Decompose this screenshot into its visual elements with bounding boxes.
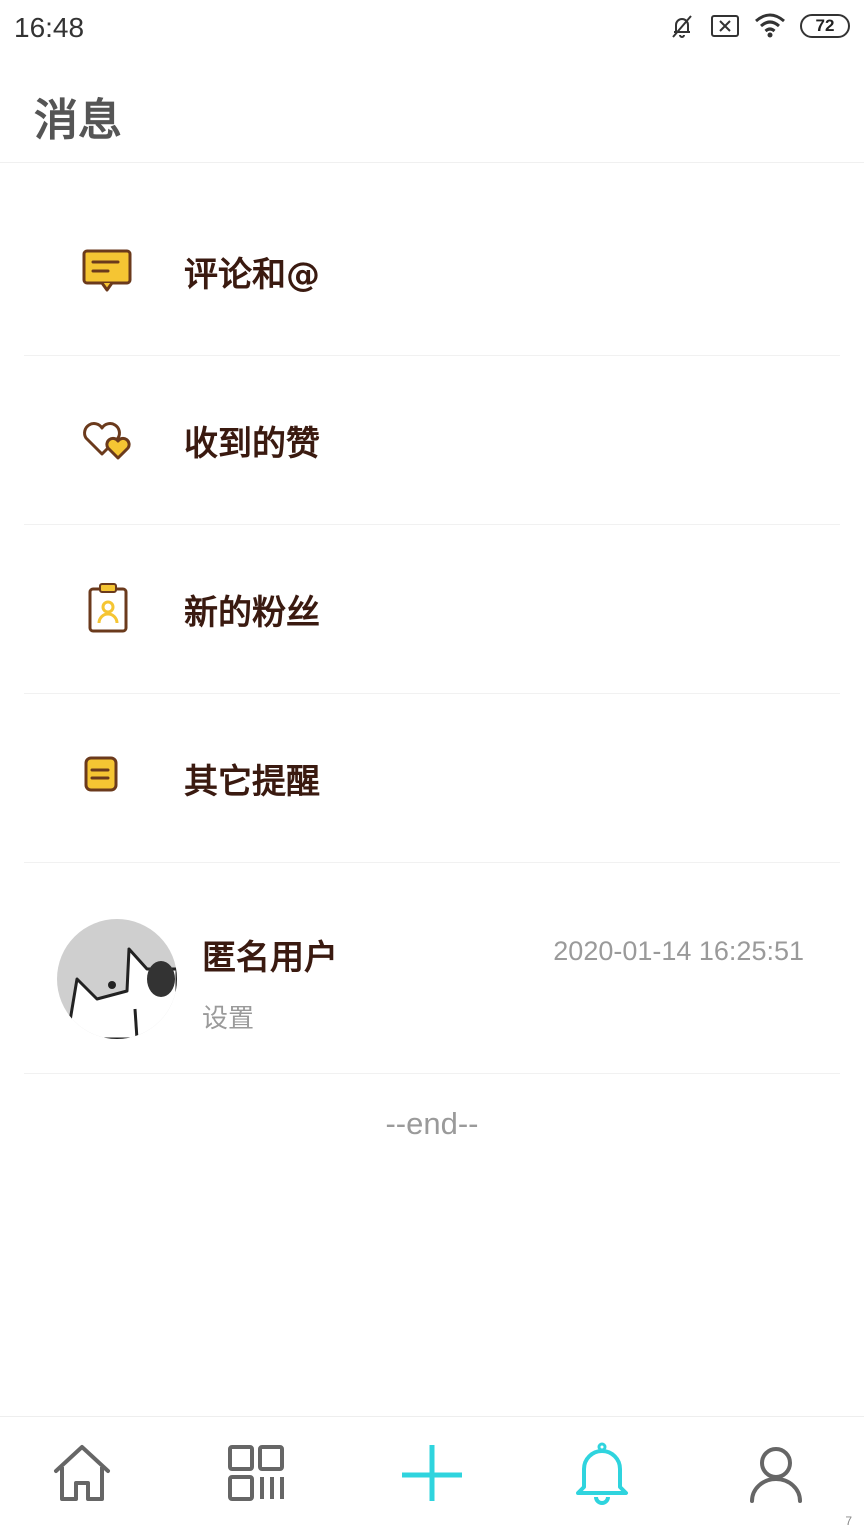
note-icon bbox=[84, 756, 118, 792]
corner-mark: 7 bbox=[845, 1514, 852, 1528]
profile-icon[interactable] bbox=[744, 1441, 808, 1505]
battery-level: 72 bbox=[815, 16, 835, 35]
dog-avatar-icon bbox=[65, 947, 177, 1039]
fan-badge-icon bbox=[88, 583, 128, 633]
battery-icon: 72 bbox=[800, 14, 850, 38]
bell-icon[interactable] bbox=[570, 1441, 634, 1505]
menu-item-new-fans[interactable]: 新的粉丝 bbox=[24, 525, 840, 694]
bottom-tab-bar bbox=[0, 1416, 864, 1537]
sim-x-icon bbox=[711, 15, 739, 37]
list-end-marker: --end-- bbox=[385, 1106, 479, 1141]
hearts-icon bbox=[83, 422, 131, 460]
conversation-name: 匿名用户 bbox=[202, 938, 338, 978]
conversation-time: 2020-01-14 16:25:51 bbox=[553, 936, 804, 966]
conversation-row[interactable]: 匿名用户 2020-01-14 16:25:51 设置 bbox=[24, 866, 840, 1074]
menu-label-comments: 评论和@ bbox=[184, 255, 320, 295]
comment-icon bbox=[82, 249, 132, 292]
menu-label-likes: 收到的赞 bbox=[184, 424, 320, 464]
header: 消息 bbox=[0, 60, 864, 163]
grid-icon[interactable] bbox=[224, 1441, 288, 1505]
menu-label-other-alerts: 其它提醒 bbox=[184, 762, 320, 802]
avatar bbox=[57, 919, 177, 1039]
home-icon[interactable] bbox=[50, 1441, 114, 1505]
wifi-icon bbox=[755, 13, 785, 38]
message-category-list: 评论和@ 收到的赞 新的粉丝 其它提醒 bbox=[0, 187, 864, 863]
menu-item-likes[interactable]: 收到的赞 bbox=[24, 356, 840, 525]
status-bar: 16:48 72 bbox=[0, 0, 864, 60]
plus-icon[interactable] bbox=[398, 1441, 462, 1505]
mute-bell-icon bbox=[672, 15, 692, 38]
menu-item-comments[interactable]: 评论和@ bbox=[24, 187, 840, 356]
status-time: 16:48 bbox=[14, 12, 85, 43]
conversation-preview: 设置 bbox=[202, 1004, 255, 1034]
page-title: 消息 bbox=[34, 95, 122, 146]
status-icons: 72 bbox=[668, 12, 850, 40]
menu-label-new-fans: 新的粉丝 bbox=[184, 593, 320, 633]
menu-item-other-alerts[interactable]: 其它提醒 bbox=[24, 694, 840, 863]
